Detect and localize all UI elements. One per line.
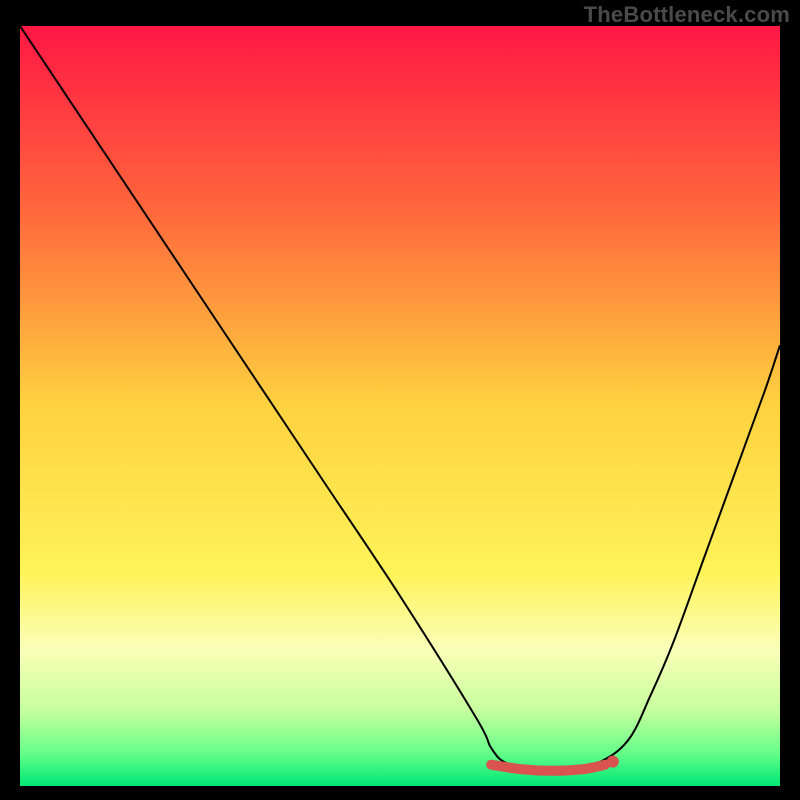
optimal-range-marker-dot [607, 756, 619, 768]
chart-svg [20, 26, 780, 786]
plot-area [20, 26, 780, 786]
watermark-label: TheBottleneck.com [584, 2, 790, 28]
chart-background [20, 26, 780, 786]
chart-frame: TheBottleneck.com [0, 0, 800, 800]
